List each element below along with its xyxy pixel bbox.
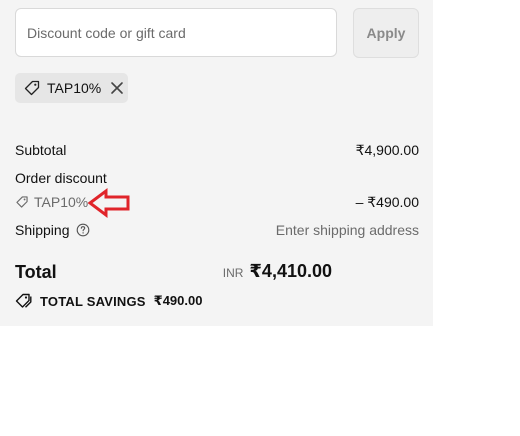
total-amount: INR ₹4,410.00 [223,261,332,282]
discount-code-text: TAP10% [34,194,89,210]
subtotal-value: ₹4,900.00 [355,142,419,158]
tag-icon [23,79,41,97]
close-icon[interactable] [109,80,125,96]
shipping-label: Shipping [15,222,70,238]
savings-value: ₹490.00 [153,293,203,308]
savings-label: TOTAL SAVINGS [40,293,146,309]
order-discount-label: Order discount [15,170,107,186]
total-value: ₹4,410.00 [249,261,332,281]
subtotal-row: Subtotal ₹4,900.00 [15,142,419,158]
discount-code-input[interactable] [15,8,337,57]
discount-code-row: TAP10% – ₹490.00 [15,194,419,212]
tags-icon [15,292,33,310]
applied-discount-chip: TAP10% [15,73,128,103]
total-savings: TOTAL SAVINGS ₹490.00 [15,292,202,310]
annotation-arrow-icon [87,188,132,223]
total-label: Total [15,262,57,282]
help-circle-icon[interactable] [76,223,90,237]
tag-icon [15,195,29,209]
total-currency: INR [222,266,244,280]
shipping-row: Shipping Enter shipping address [15,222,419,238]
chip-code: TAP10% [47,80,102,96]
apply-button[interactable]: Apply [353,8,419,58]
subtotal-label: Subtotal [15,142,67,158]
order-summary-panel: Apply TAP10% Subtotal ₹4,900.00 Order di… [0,0,433,326]
order-discount-row: Order discount [15,170,419,186]
discount-value: – ₹490.00 [355,194,419,210]
shipping-value: Enter shipping address [275,222,419,238]
